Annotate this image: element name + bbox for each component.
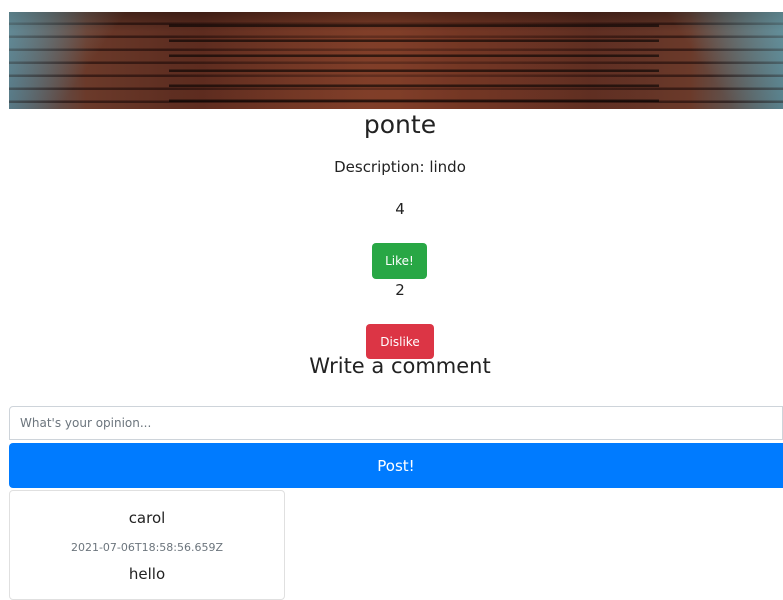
comment-input[interactable]	[9, 406, 783, 440]
post-description: Description: lindo	[334, 158, 466, 176]
post-image	[9, 12, 783, 109]
post-title: ponte	[363, 110, 437, 139]
comment-card: carol 2021-07-06T18:58:56.659Z hello	[9, 490, 285, 600]
post-comment-button[interactable]: Post!	[9, 443, 783, 488]
dislikes-count: 2	[395, 281, 405, 299]
comment-timestamp: 2021-07-06T18:58:56.659Z	[70, 541, 224, 554]
comment-text: hello	[128, 565, 166, 583]
likes-count: 4	[395, 200, 405, 218]
comment-author: carol	[128, 509, 166, 527]
comment-heading: Write a comment	[309, 354, 491, 378]
like-button[interactable]: Like!	[372, 243, 427, 279]
